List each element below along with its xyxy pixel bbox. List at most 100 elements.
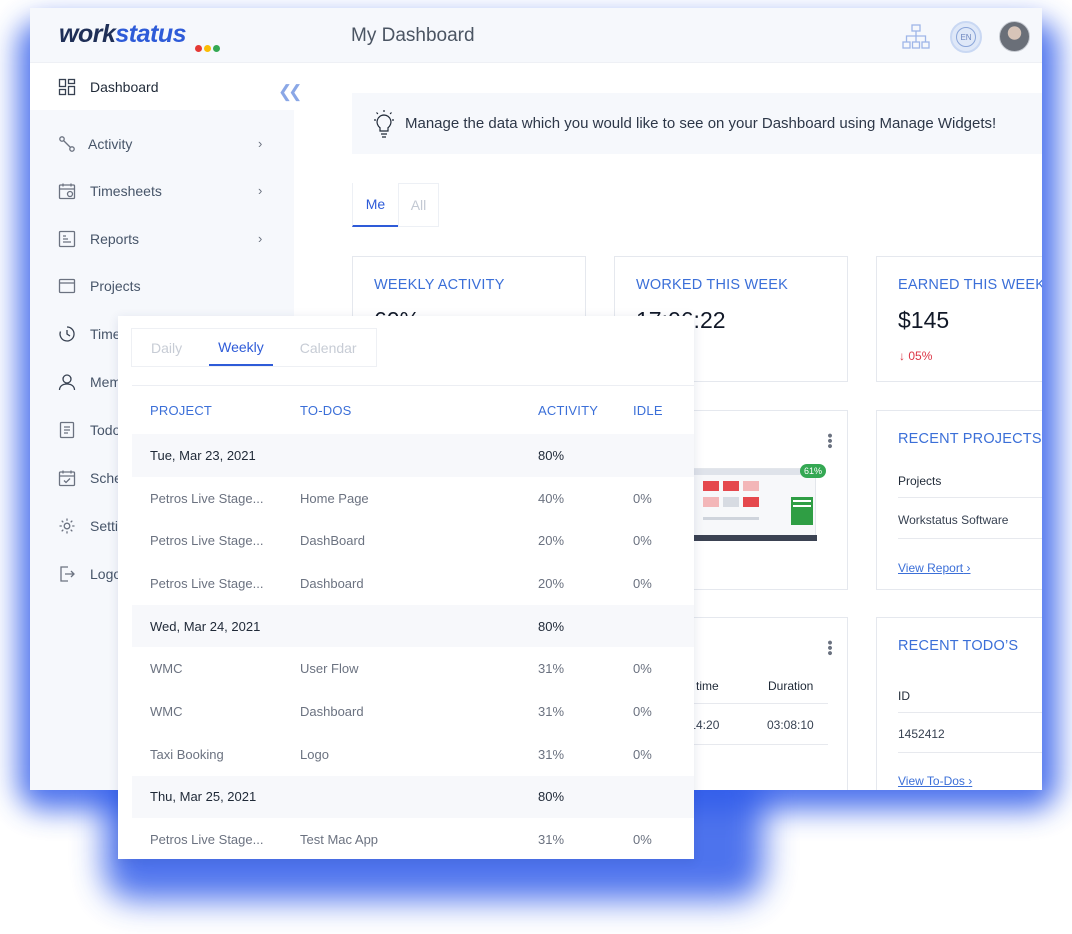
todo-icon (59, 421, 75, 438)
tab-daily[interactable]: Daily (132, 329, 201, 366)
column-header-project[interactable]: PROJECT (150, 386, 212, 434)
project-cell: Taxi Booking (150, 746, 224, 762)
table-header: PROJECT TO-DOS ACTIVITY IDLE (132, 386, 694, 434)
todo-cell: Test Mac App (300, 832, 379, 848)
todo-id: 1452412 (898, 727, 945, 741)
table-row[interactable]: Petros Live Stage... DashBoard 20% 0% (132, 519, 694, 562)
settings-icon (59, 518, 75, 533)
idle-cell: 0% (633, 746, 652, 762)
activity-cell: 40% (538, 490, 565, 506)
trend-value: 05% (908, 349, 933, 363)
view-todos-link[interactable]: View To-Dos › (898, 774, 972, 788)
tab-all[interactable]: All (398, 183, 439, 227)
date-group-row[interactable]: Tue, Mar 23, 2021 80% (132, 434, 694, 477)
divider (898, 752, 1042, 753)
language-switch[interactable]: EN (950, 21, 982, 53)
sidebar-item-activity[interactable]: Activity › (30, 120, 294, 167)
divider (898, 538, 1042, 539)
sidebar-item-label: Mem (90, 373, 122, 390)
logo-word-work: work (59, 20, 116, 48)
idle-cell: 0% (633, 832, 652, 848)
sidebar-item-projects[interactable]: Projects (30, 262, 294, 309)
screenshot-thumbnail[interactable] (692, 468, 817, 541)
schedule-icon (58, 470, 76, 486)
activity-cell: 31% (538, 703, 565, 719)
column-header-activity[interactable]: ACTIVITY (538, 386, 598, 434)
activity-badge: 61% (800, 464, 827, 478)
recent-todos-card: RECENT TODO’S ID 1452412 View To-Dos › (876, 617, 1042, 790)
project-cell: Wed, Mar 24, 2021 (150, 618, 261, 634)
more-options-icon[interactable]: ••• (821, 433, 838, 449)
table-row[interactable]: Petros Live Stage... Test Mac App 31% 0% (132, 818, 694, 859)
sidebar-item-dashboard[interactable]: Dashboard ❮❮ (30, 63, 302, 110)
sidebar-item-label: Time (90, 325, 121, 342)
tab-me[interactable]: Me (352, 183, 398, 227)
todo-cell: DashBoard (300, 533, 366, 549)
table-body: Tue, Mar 23, 2021 80% Petros Live Stage...… (132, 434, 694, 859)
top-bar: workstatus My Dashboard EN (30, 8, 1042, 63)
date-group-row[interactable]: Wed, Mar 24, 2021 80% (132, 604, 694, 648)
org-chart-icon[interactable] (901, 22, 931, 52)
table-row[interactable]: Taxi Booking Logo 31% 0% (132, 733, 694, 776)
sidebar-item-timesheets[interactable]: Timesheets › (30, 167, 294, 214)
tip-banner: Manage the data which you would like to … (352, 93, 1042, 154)
language-label: EN (956, 27, 976, 47)
activity-icon (59, 135, 75, 152)
tab-weekly[interactable]: Weekly (209, 329, 273, 366)
period-tabs: Daily Weekly Calendar (131, 328, 377, 367)
user-avatar[interactable] (999, 21, 1030, 52)
logo-word-status: status (115, 20, 186, 48)
chevron-right-icon: › (258, 136, 263, 151)
project-cell: Petros Live Stage... (150, 490, 264, 506)
chevron-right-icon: › (966, 561, 971, 575)
table-row[interactable]: Petros Live Stage... Home Page 40% 0% (132, 477, 694, 520)
card-title: WORKED THIS WEEK (636, 277, 788, 293)
todo-cell: Dashboard (300, 575, 364, 591)
activity-cell: 31% (538, 661, 565, 677)
activity-cell: 80% (538, 789, 565, 805)
todo-cell: User Flow (300, 661, 359, 677)
tip-text: Manage the data which you would like to … (405, 115, 997, 132)
link-label: View Report (898, 561, 964, 575)
logo-dots (195, 39, 222, 57)
table-row[interactable]: Petros Live Stage... Dashboard 20% 0% (132, 562, 694, 605)
earned-this-week-card: EARNED THIS WEEK $145 ↓ 05% (876, 256, 1042, 382)
activity-cell: 31% (538, 746, 565, 762)
activity-cell: 80% (538, 618, 565, 634)
more-options-icon[interactable]: ••• (821, 640, 838, 656)
column-header: ID (898, 689, 910, 703)
collapse-sidebar-icon[interactable]: ❮❮ (278, 82, 302, 102)
recent-projects-card: RECENT PROJECTS Projects Workstatus Soft… (876, 410, 1042, 590)
brand-logo[interactable]: workstatus (59, 20, 186, 49)
sidebar-item-reports[interactable]: Reports › (30, 215, 294, 262)
logout-icon (60, 565, 75, 582)
folder-icon (58, 278, 76, 293)
project-name: Workstatus Software (898, 513, 1009, 527)
column-header-todos[interactable]: TO-DOS (300, 386, 352, 434)
view-report-link[interactable]: View Report › (898, 561, 971, 575)
weekly-activity-popup: Daily Weekly Calendar PROJECT TO-DOS ACT… (118, 316, 694, 859)
card-title: RECENT PROJECTS (898, 431, 1042, 447)
sidebar-item-label: Reports (90, 230, 140, 247)
activity-cell: 20% (538, 533, 565, 549)
idle-cell: 0% (633, 533, 652, 549)
todo-cell: Home Page (300, 490, 369, 506)
activity-cell: 20% (538, 575, 565, 591)
activity-cell: 80% (538, 447, 565, 463)
project-cell: Petros Live Stage... (150, 533, 264, 549)
project-cell: WMC (150, 703, 183, 719)
tab-calendar[interactable]: Calendar (281, 329, 376, 366)
calendar-clock-icon (58, 183, 76, 199)
todo-cell: Logo (300, 746, 329, 762)
sidebar-item-label: Activity (88, 135, 133, 152)
activity-cell: 31% (538, 832, 565, 848)
column-header-idle[interactable]: IDLE (633, 386, 663, 434)
project-cell: Petros Live Stage... (150, 575, 264, 591)
card-title: EARNED THIS WEEK (898, 277, 1042, 293)
date-group-row[interactable]: Thu, Mar 25, 2021 80% (132, 775, 694, 819)
trend-down-badge: ↓ 05% (899, 349, 932, 363)
divider (898, 712, 1042, 713)
table-row[interactable]: WMC User Flow 31% 0% (132, 647, 694, 690)
table-row[interactable]: WMC Dashboard 31% 0% (132, 690, 694, 733)
page-title: My Dashboard (351, 25, 475, 46)
